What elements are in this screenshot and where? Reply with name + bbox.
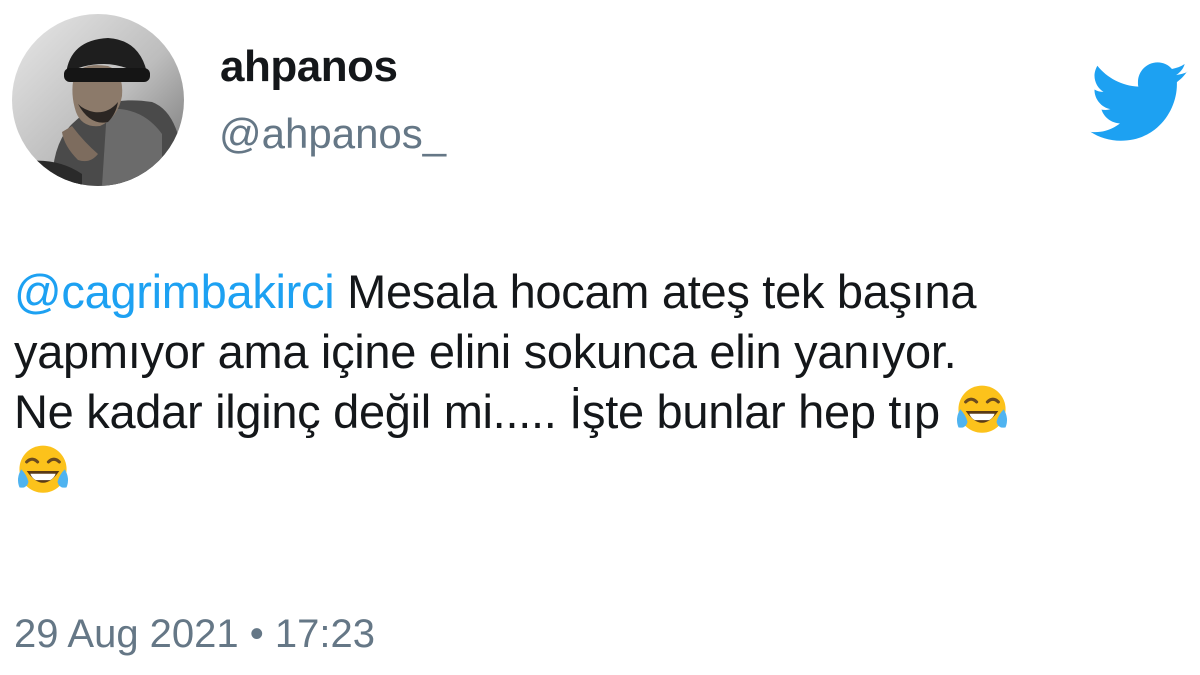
display-name[interactable]: ahpanos: [220, 42, 398, 92]
tweet-timestamp[interactable]: 29 Aug 2021 • 17:23: [14, 612, 375, 657]
avatar[interactable]: [12, 14, 184, 186]
tweet-text-line-3: Ne kadar ilginç değil mi..... İşte bunla…: [14, 385, 953, 438]
twitter-bird-icon: [1090, 62, 1190, 144]
tweet-text: @cagrimbakirci Mesala hocam ateş tek baş…: [14, 262, 1194, 502]
tweet-card: ahpanos @ahpanos_ @cagrimbakirci Mesala …: [0, 0, 1200, 675]
tears-of-joy-emoji-icon: [14, 442, 72, 500]
tears-of-joy-emoji-icon: [953, 382, 1011, 440]
user-handle[interactable]: @ahpanos_: [219, 110, 446, 158]
avatar-image: [12, 14, 184, 186]
mention-link[interactable]: @cagrimbakirci: [14, 265, 335, 318]
tweet-text-line-1: Mesala hocam ateş tek başına: [334, 265, 977, 318]
tweet-text-line-2: yapmıyor ama içine elini sokunca elin ya…: [14, 325, 957, 378]
